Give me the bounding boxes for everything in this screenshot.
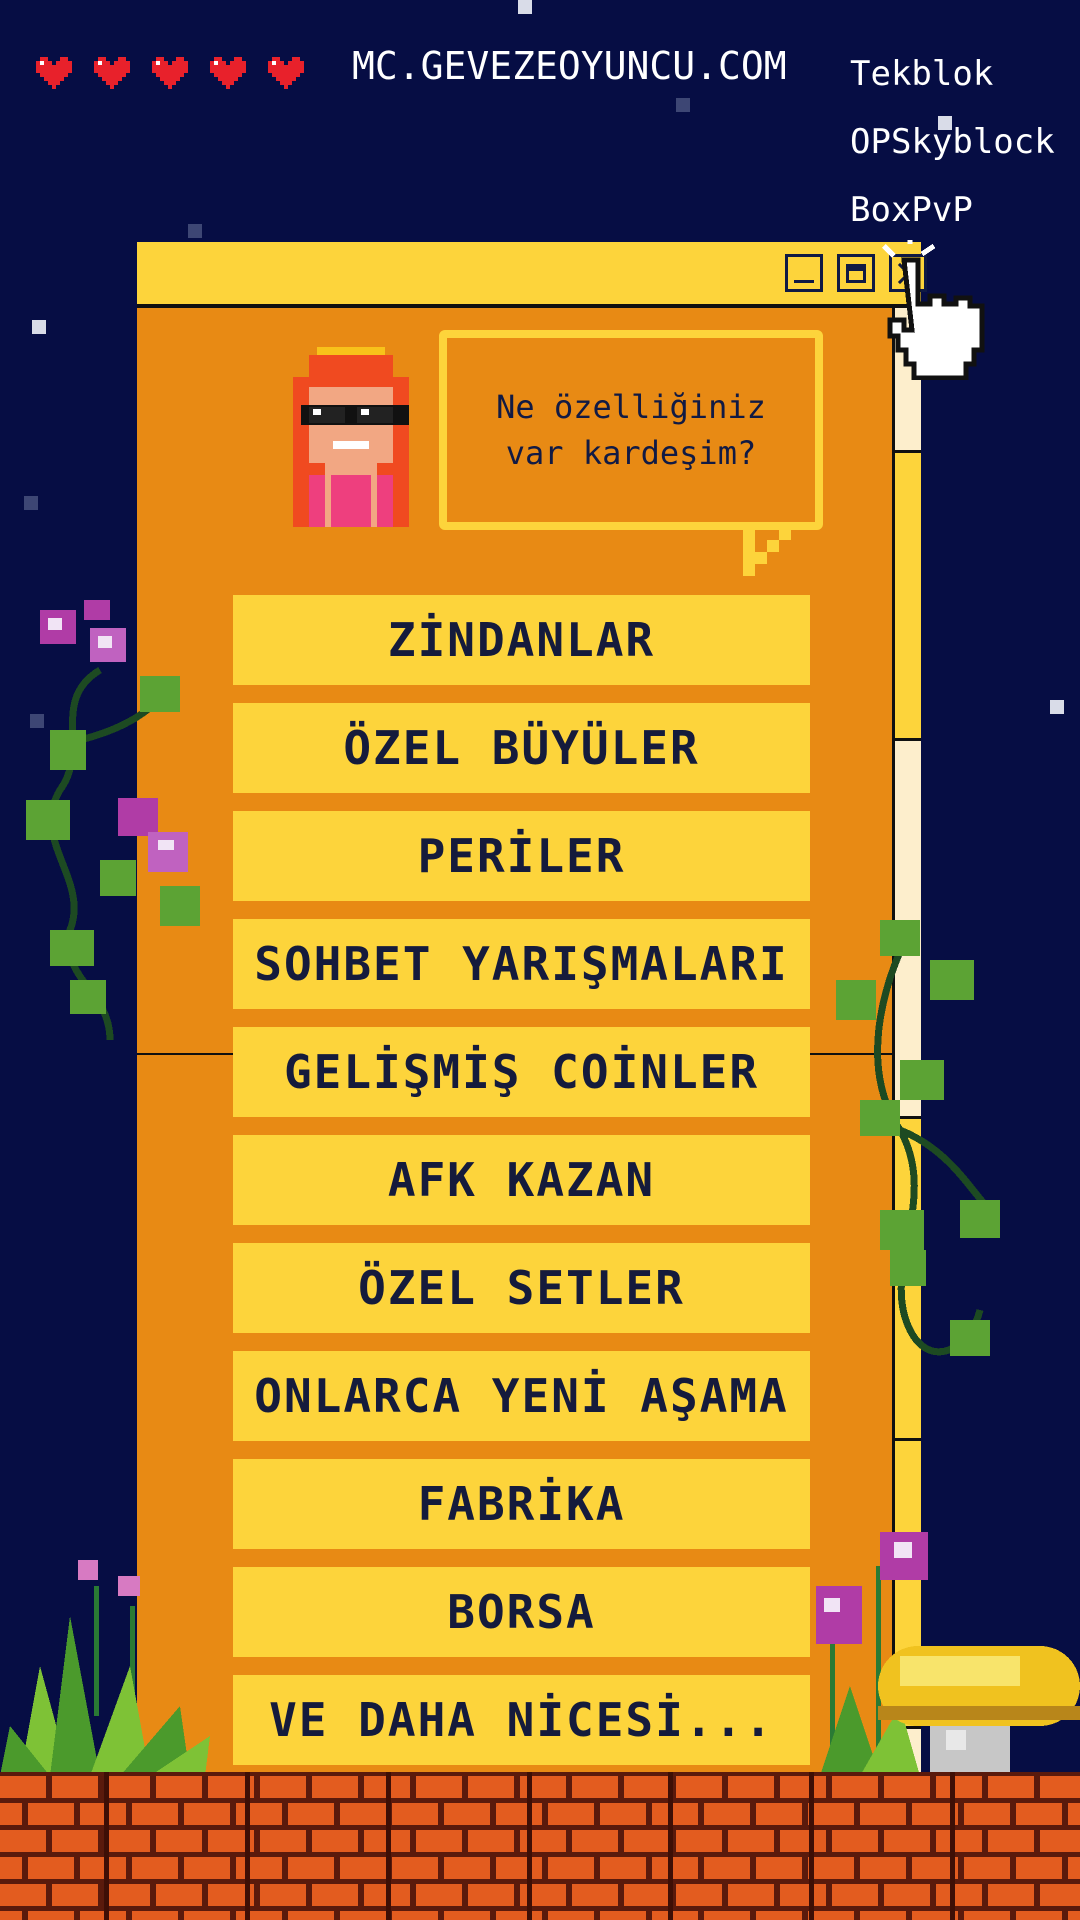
mushroom-plant-right — [816, 1532, 1080, 1776]
heart-icon — [36, 57, 72, 89]
menu-item-ozel-setler[interactable]: ÖZEL SETLER — [233, 1243, 810, 1333]
star — [188, 224, 202, 238]
menu-item-gelismis-coinler[interactable]: GELİŞMİŞ COİNLER — [233, 1027, 810, 1117]
menu-item-zindanlar[interactable]: ZİNDANLAR — [233, 595, 810, 685]
minimize-icon[interactable] — [785, 254, 823, 292]
menu-item-fabrika[interactable]: FABRİKA — [233, 1459, 810, 1549]
speech-bubble: Ne özelliğiniz var kardeşim? — [439, 330, 823, 530]
menu-item-afk-kazan[interactable]: AFK KAZAN — [233, 1135, 810, 1225]
maximize-icon[interactable] — [837, 254, 875, 292]
server-list: Tekblok OPSkyblock BoxPvP — [850, 52, 1055, 256]
brick-floor — [0, 1772, 1080, 1920]
star — [24, 496, 38, 510]
menu-item-ozel-buyuler[interactable]: ÖZEL BÜYÜLER — [233, 703, 810, 793]
grass-plant-left — [0, 1560, 210, 1776]
menu-item-sohbet-yarismalari[interactable]: SOHBET YARIŞMALARI — [233, 919, 810, 1009]
feature-menu: ZİNDANLAR ÖZEL BÜYÜLER PERİLER SOHBET YA… — [233, 595, 810, 1783]
menu-item-onlarca-yeni-asama[interactable]: ONLARCA YENİ AŞAMA — [233, 1351, 810, 1441]
menu-item-borsa[interactable]: BORSA — [233, 1567, 810, 1657]
window-titlebar — [137, 242, 927, 308]
heart-icon — [210, 57, 246, 89]
vine-right — [836, 920, 1000, 1356]
vine-left — [26, 600, 200, 1040]
retro-window: Ne özelliğiniz var kardeşim? ZİNDANLAR Ö… — [137, 242, 927, 1779]
server-name: Tekblok — [850, 54, 994, 94]
avatar-icon — [293, 347, 409, 527]
menu-item-ve-daha-nicesi[interactable]: VE DAHA NİCESİ... — [233, 1675, 810, 1765]
star — [1050, 700, 1064, 714]
site-url: MC.GEVEZEOYUNCU.COM — [352, 44, 787, 88]
heart-icon — [152, 57, 188, 89]
heart-icon — [268, 57, 304, 89]
hearts-row — [32, 52, 312, 98]
heart-icon — [94, 57, 130, 89]
speech-bubble-tail — [743, 528, 791, 576]
star — [518, 0, 532, 14]
server-name: OPSkyblock — [850, 122, 1055, 162]
star — [676, 98, 690, 112]
pointer-hand-icon — [882, 240, 985, 380]
menu-item-periler[interactable]: PERİLER — [233, 811, 810, 901]
star — [32, 320, 46, 334]
